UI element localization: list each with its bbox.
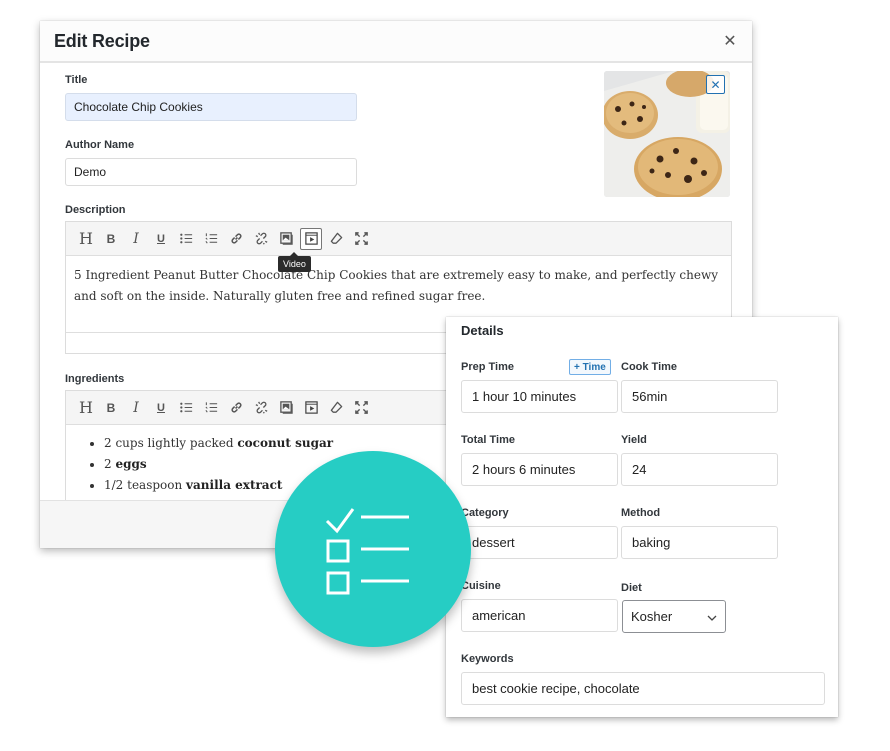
close-button[interactable]: ✕ — [721, 32, 739, 50]
bullet-list-button[interactable] — [175, 228, 197, 250]
fullscreen-button[interactable] — [350, 228, 372, 250]
video-icon — [304, 231, 319, 246]
clear-format-button[interactable] — [325, 397, 347, 419]
italic-icon: I — [133, 230, 139, 247]
keywords-label: Keywords — [461, 653, 514, 665]
add-time-button[interactable]: + Time — [569, 359, 611, 375]
remove-image-button[interactable]: ✕ — [706, 75, 725, 94]
video-tooltip: Video — [278, 252, 311, 272]
unlink-button[interactable] — [250, 228, 272, 250]
link-button[interactable] — [225, 228, 247, 250]
diet-label: Diet — [621, 582, 642, 594]
keywords-input[interactable]: best cookie recipe, chocolate — [461, 672, 825, 705]
details-panel: Details Prep Time + Time Cook Time 1 hou… — [446, 317, 838, 717]
recipe-image: ✕ — [604, 71, 730, 197]
heading-icon: H — [79, 229, 93, 248]
cook-time-label: Cook Time — [621, 361, 678, 373]
cook-time-input[interactable]: 56min — [621, 380, 778, 413]
ingredient-name: eggs — [115, 457, 147, 471]
unlink-button[interactable] — [250, 397, 272, 419]
total-time-input[interactable]: 2 hours 6 minutes — [461, 453, 618, 486]
details-title: Details — [461, 323, 504, 338]
method-label: Method — [621, 507, 661, 519]
diet-select[interactable]: Kosher — [622, 600, 726, 633]
image-button[interactable] — [275, 397, 297, 419]
fullscreen-icon — [354, 231, 369, 246]
ingredient-name: vanilla extract — [186, 478, 283, 492]
italic-button[interactable]: I — [125, 397, 147, 419]
video-button[interactable] — [300, 397, 322, 419]
bold-button[interactable]: B — [100, 228, 122, 250]
yield-label: Yield — [621, 434, 647, 446]
italic-icon: I — [133, 399, 139, 416]
image-button[interactable] — [275, 228, 297, 250]
ingredient-name: coconut sugar — [237, 436, 334, 450]
numbered-list-button[interactable] — [200, 397, 222, 419]
fullscreen-icon — [354, 400, 369, 415]
underline-icon: U — [157, 232, 165, 245]
heading-button[interactable]: H — [75, 397, 97, 419]
bold-icon: B — [106, 400, 116, 415]
checklist-icon — [325, 508, 409, 595]
yield-input[interactable]: 24 — [621, 453, 778, 486]
title-label: Title — [65, 74, 88, 86]
video-icon — [304, 400, 319, 415]
category-input[interactable]: dessert — [461, 526, 618, 559]
eraser-icon — [329, 231, 344, 246]
modal-header: Edit Recipe ✕ — [40, 21, 752, 63]
author-label: Author Name — [65, 139, 135, 151]
checklist-badge — [275, 451, 471, 647]
image-icon — [279, 231, 294, 246]
ingredient-quantity: 2 cups lightly packed — [104, 436, 238, 450]
underline-icon: U — [157, 401, 165, 414]
fullscreen-button[interactable] — [350, 397, 372, 419]
title-input[interactable]: Chocolate Chip Cookies — [65, 93, 357, 121]
diet-selected-value: Kosher — [631, 609, 673, 624]
heading-icon: H — [79, 398, 93, 417]
description-toolbar: HB I U — [66, 222, 731, 256]
modal-title: Edit Recipe — [54, 30, 150, 51]
cuisine-input[interactable]: american — [461, 599, 618, 632]
underline-button[interactable]: U — [150, 228, 172, 250]
close-icon: ✕ — [710, 77, 721, 92]
numbered-list-icon — [204, 400, 219, 415]
numbered-list-icon — [204, 231, 219, 246]
description-label: Description — [65, 204, 126, 216]
method-input[interactable]: baking — [621, 526, 778, 559]
heading-button[interactable]: H — [75, 228, 97, 250]
link-icon — [229, 400, 244, 415]
bullet-list-icon — [179, 400, 194, 415]
chevron-down-icon — [707, 609, 717, 624]
bullet-list-button[interactable] — [175, 397, 197, 419]
italic-button[interactable]: I — [125, 228, 147, 250]
ingredients-label: Ingredients — [65, 373, 125, 385]
author-input[interactable]: Demo — [65, 158, 357, 186]
numbered-list-button[interactable] — [200, 228, 222, 250]
bold-button[interactable]: B — [100, 397, 122, 419]
close-icon: ✕ — [723, 33, 737, 50]
unlink-icon — [254, 400, 269, 415]
prep-time-input[interactable]: 1 hour 10 minutes — [461, 380, 618, 413]
eraser-icon — [329, 400, 344, 415]
description-text: 5 Ingredient Peanut Butter Chocolate Chi… — [74, 268, 719, 303]
bold-icon: B — [106, 231, 116, 246]
underline-button[interactable]: U — [150, 397, 172, 419]
bullet-list-icon — [179, 231, 194, 246]
image-icon — [279, 400, 294, 415]
ingredient-quantity: 1/2 teaspoon — [104, 478, 187, 492]
prep-time-label: Prep Time — [461, 361, 514, 373]
link-icon — [229, 231, 244, 246]
video-button[interactable] — [300, 227, 322, 250]
unlink-icon — [254, 231, 269, 246]
clear-format-button[interactable] — [325, 228, 347, 250]
link-button[interactable] — [225, 397, 247, 419]
total-time-label: Total Time — [461, 434, 515, 446]
ingredient-quantity: 2 — [104, 457, 116, 471]
